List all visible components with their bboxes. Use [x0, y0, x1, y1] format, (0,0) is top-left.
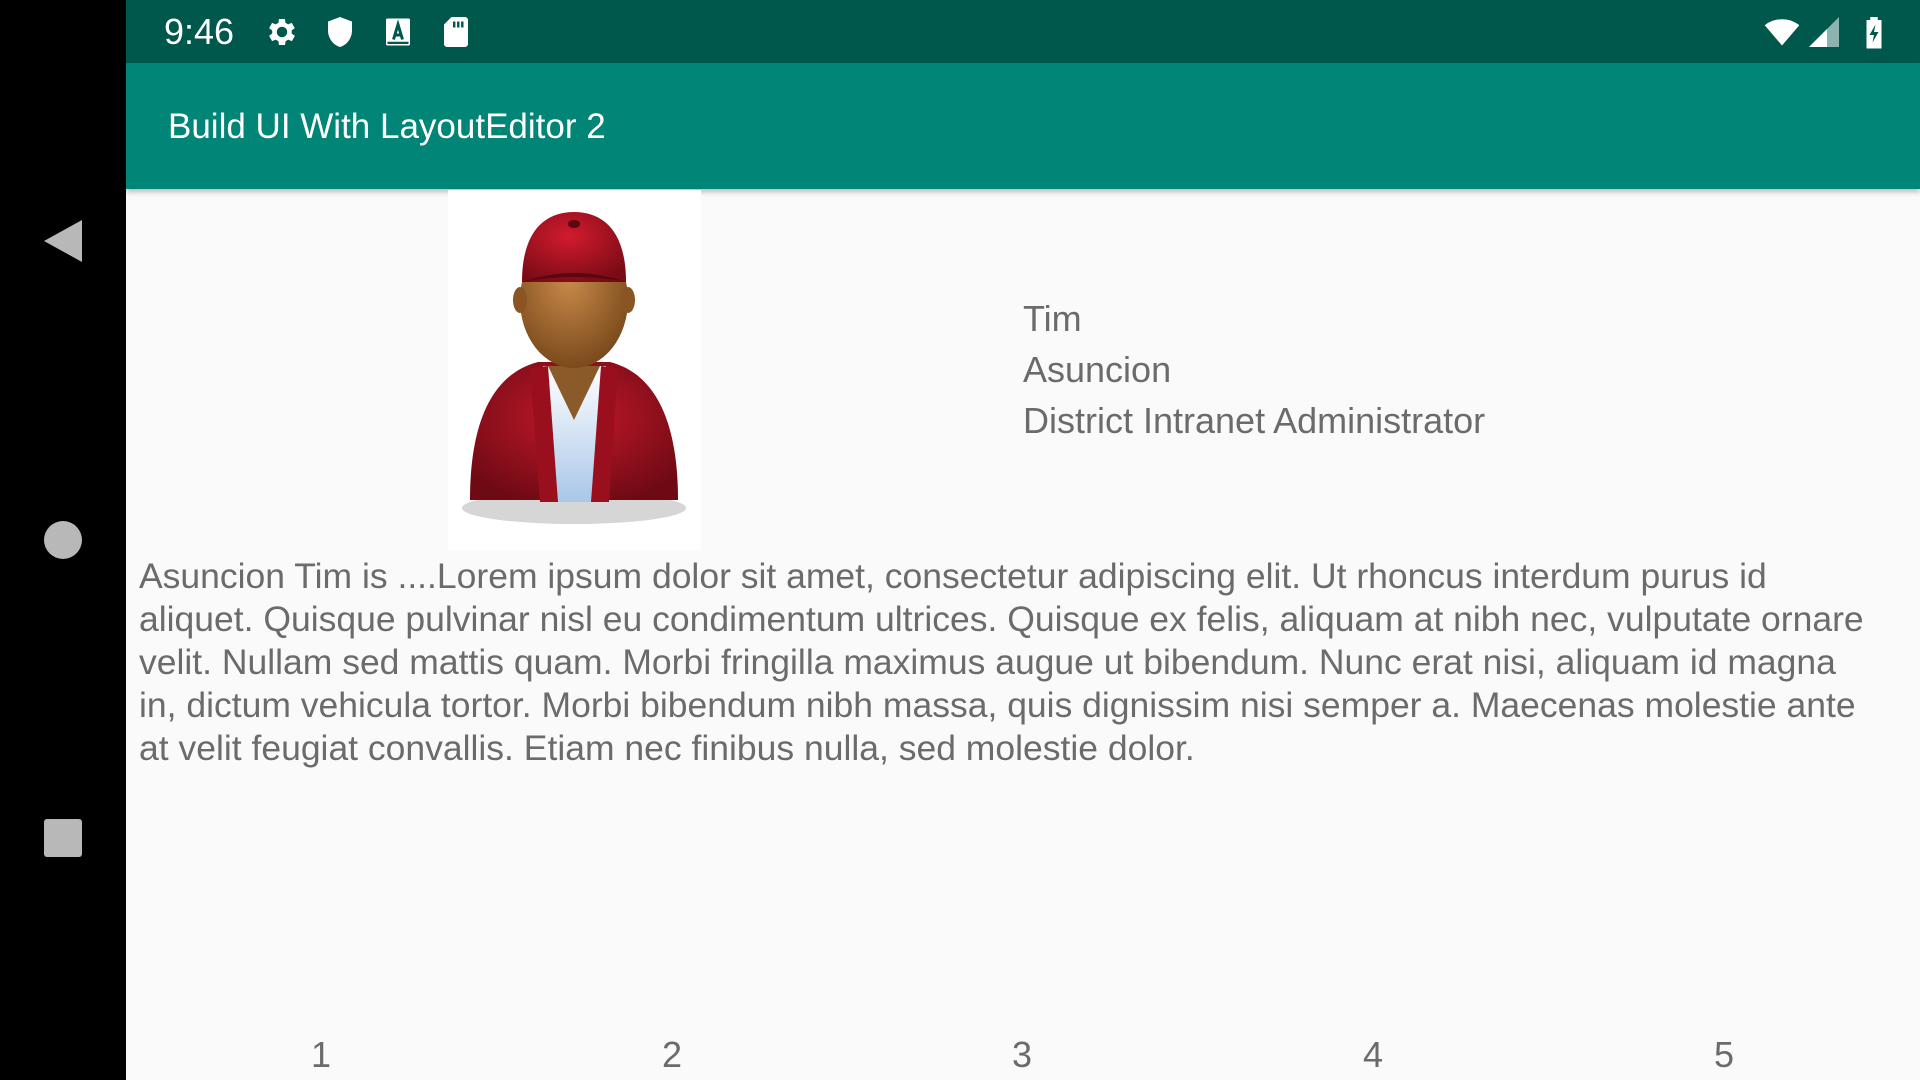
- home-icon: [44, 521, 82, 559]
- settings-icon: [264, 14, 300, 50]
- battery-charging-icon: [1856, 14, 1892, 50]
- page-number-2[interactable]: 2: [632, 1030, 712, 1080]
- role-label: District Intranet Administrator: [1023, 400, 1486, 441]
- page-number-bar: 1 2 3 4 5: [126, 1030, 1920, 1080]
- app-bar: Build UI With LayoutEditor 2: [126, 63, 1920, 189]
- page-number-4[interactable]: 4: [1333, 1030, 1413, 1080]
- app-screen: 9:46 Build UI With LayoutEditor 2 Tim As…: [0, 0, 1920, 1080]
- sd-card-icon: [438, 14, 474, 50]
- back-button[interactable]: [0, 186, 126, 296]
- back-icon: [44, 220, 82, 262]
- recents-icon: [44, 819, 82, 857]
- last-name-label: Asuncion: [1023, 349, 1172, 390]
- user-avatar-icon: [462, 212, 686, 524]
- shield-icon: [322, 14, 358, 50]
- recents-button[interactable]: [0, 783, 126, 893]
- status-time: 9:46: [164, 11, 235, 52]
- first-name-label: Tim: [1023, 298, 1082, 339]
- page-number-3[interactable]: 3: [982, 1030, 1062, 1080]
- profile-avatar: [448, 190, 701, 550]
- home-button[interactable]: [0, 485, 126, 595]
- profile-info: Tim Asuncion District Intranet Administr…: [1023, 293, 1485, 446]
- navigation-bar: [0, 0, 126, 1080]
- status-bar: 9:46: [126, 0, 1920, 63]
- wifi-icon: [1762, 14, 1802, 50]
- profile-bio: Asuncion Tim is ....Lorem ipsum dolor si…: [139, 556, 1864, 768]
- font-a-icon: [380, 14, 416, 50]
- app-title: Build UI With LayoutEditor 2: [168, 107, 606, 146]
- page-number-5[interactable]: 5: [1684, 1030, 1764, 1080]
- page-number-1[interactable]: 1: [281, 1030, 361, 1080]
- signal-icon: [1806, 14, 1842, 50]
